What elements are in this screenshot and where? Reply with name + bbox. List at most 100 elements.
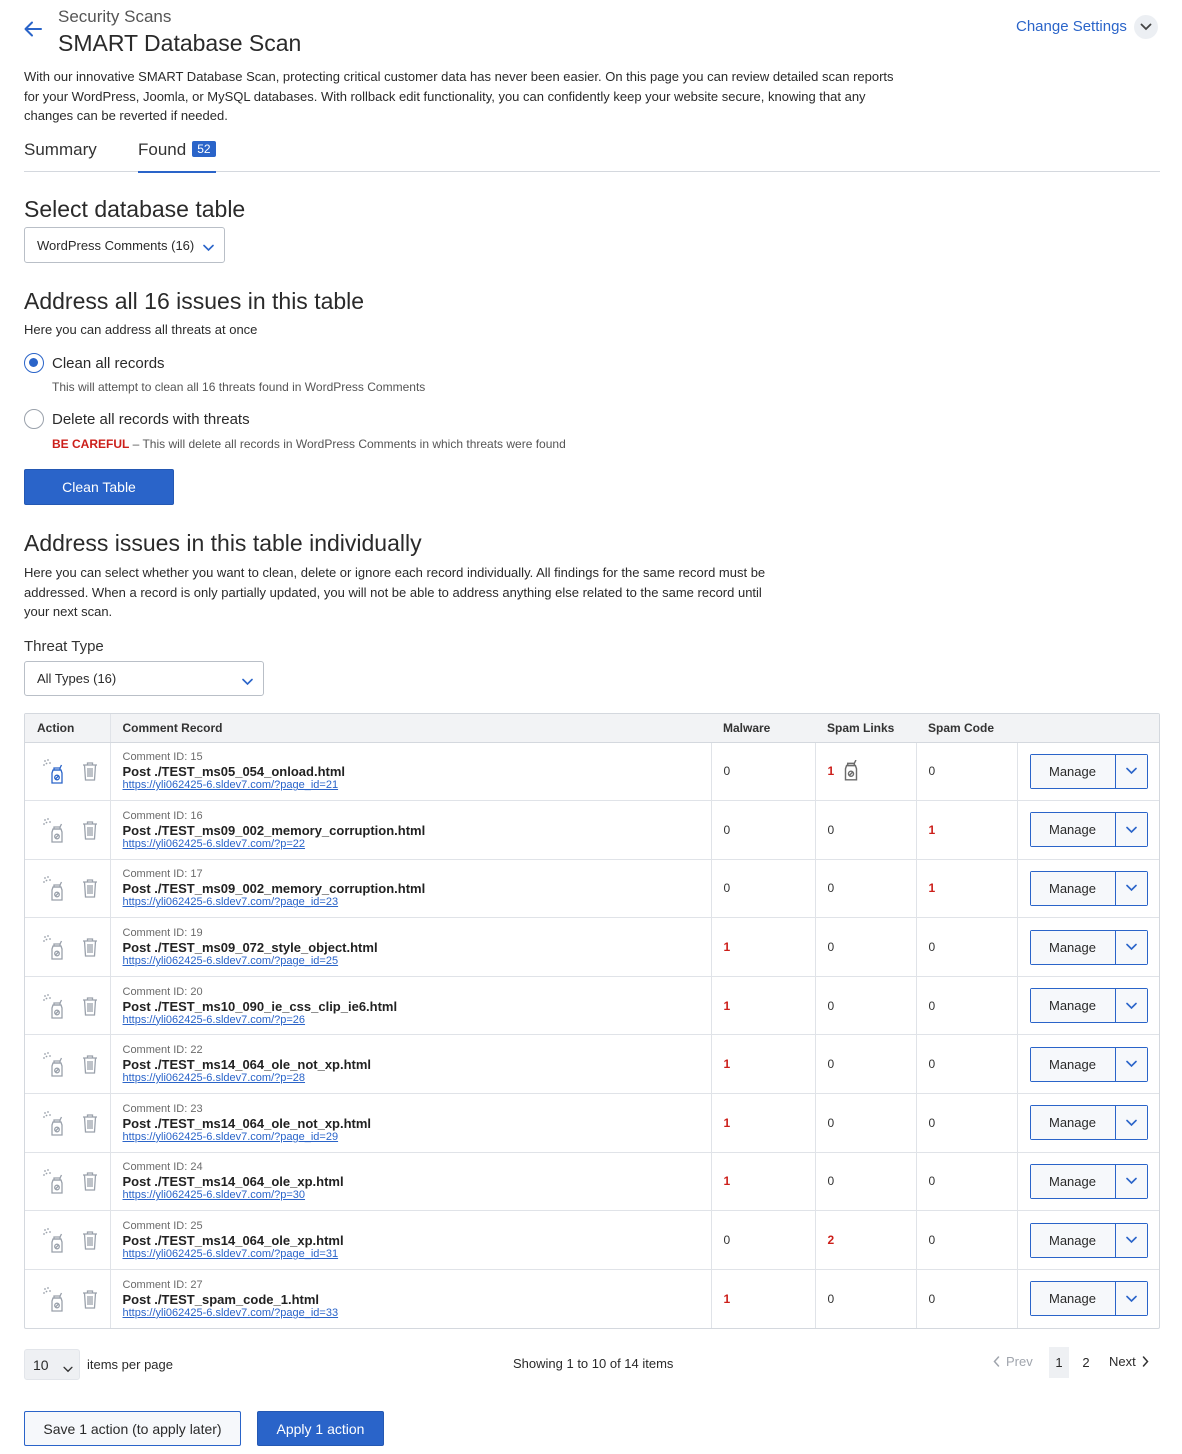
- chevron-down-icon[interactable]: [1134, 15, 1158, 39]
- row-actions: [25, 1093, 111, 1153]
- chevron-down-icon: [203, 240, 214, 255]
- row-actions: [25, 1210, 111, 1270]
- clean-spray-icon[interactable]: [41, 1226, 67, 1254]
- clean-spray-icon[interactable]: [41, 874, 67, 902]
- tab-summary[interactable]: Summary: [24, 140, 97, 168]
- malware-count: 1: [723, 1115, 731, 1130]
- trash-icon[interactable]: [81, 1170, 99, 1192]
- clean-spray-icon[interactable]: [41, 757, 67, 785]
- manage-button[interactable]: Manage: [1030, 930, 1115, 964]
- delete-all-radio[interactable]: [24, 409, 44, 429]
- manage-button[interactable]: Manage: [1030, 754, 1115, 788]
- spam-code-count: 0: [928, 1115, 936, 1130]
- manage-button[interactable]: Manage: [1030, 871, 1115, 905]
- apply-actions-button[interactable]: Apply 1 action: [257, 1411, 384, 1446]
- record-url-link[interactable]: https://yli062425-6.sldev7.com/?p=30: [123, 1189, 711, 1201]
- chevron-down-icon[interactable]: [1114, 1282, 1147, 1316]
- page-2-button[interactable]: 2: [1078, 1347, 1094, 1378]
- back-arrow-icon[interactable]: [22, 18, 44, 40]
- spam-links-count: 0: [827, 822, 835, 837]
- record-url-link[interactable]: https://yli062425-6.sldev7.com/?page_id=…: [123, 779, 711, 791]
- malware-count: 0: [723, 822, 731, 837]
- clean-spray-icon[interactable]: [41, 816, 67, 844]
- select-table-heading: Select database table: [24, 196, 246, 222]
- chevron-left-icon: [993, 1356, 1000, 1367]
- items-per-page-select[interactable]: 10: [24, 1349, 80, 1380]
- record-title: Post ./TEST_ms09_002_memory_corruption.h…: [122, 881, 426, 897]
- save-actions-button[interactable]: Save 1 action (to apply later): [24, 1411, 241, 1446]
- spam-code-cell: 0: [916, 742, 1018, 802]
- record-title: Post ./TEST_ms14_064_ole_not_xp.html: [122, 1057, 372, 1073]
- trash-icon[interactable]: [81, 936, 99, 958]
- record-url-link[interactable]: https://yli062425-6.sldev7.com/?page_id=…: [123, 1131, 711, 1143]
- intro-text: With our innovative SMART Database Scan,…: [24, 69, 894, 123]
- manage-button[interactable]: Manage: [1030, 813, 1115, 847]
- chevron-down-icon[interactable]: [1114, 1106, 1147, 1140]
- trash-icon[interactable]: [81, 819, 99, 841]
- trash-icon[interactable]: [81, 1288, 99, 1310]
- chevron-down-icon[interactable]: [1114, 754, 1147, 788]
- change-settings-link[interactable]: Change Settings: [1016, 18, 1127, 35]
- items-per-page-value: 10: [33, 1356, 49, 1373]
- manage-button[interactable]: Manage: [1030, 1047, 1115, 1081]
- comment-record-cell: Comment ID: 24 Post ./TEST_ms14_064_ole_…: [110, 1152, 712, 1212]
- clean-spray-icon[interactable]: [41, 1285, 67, 1313]
- trash-icon[interactable]: [81, 760, 99, 782]
- record-title: Post ./TEST_ms10_090_ie_css_clip_ie6.htm…: [122, 998, 398, 1014]
- threat-type-label: Threat Type: [24, 638, 104, 655]
- clean-spray-icon[interactable]: [41, 992, 67, 1020]
- clean-spray-icon[interactable]: [842, 760, 860, 782]
- tab-found[interactable]: Found 52: [138, 140, 216, 173]
- clean-spray-icon[interactable]: [41, 933, 67, 961]
- manage-button[interactable]: Manage: [1030, 1282, 1115, 1316]
- chevron-down-icon[interactable]: [1114, 930, 1147, 964]
- malware-cell: 1: [711, 917, 816, 977]
- record-url-link[interactable]: https://yli062425-6.sldev7.com/?page_id=…: [123, 955, 711, 967]
- spam-links-count: 0: [827, 881, 835, 896]
- threat-type-select[interactable]: All Types (16): [24, 661, 264, 696]
- trash-icon[interactable]: [81, 1229, 99, 1251]
- manage-button[interactable]: Manage: [1030, 1106, 1115, 1140]
- prev-page-button[interactable]: Prev: [993, 1354, 1033, 1369]
- clean-spray-icon[interactable]: [41, 1050, 67, 1078]
- manage-button[interactable]: Manage: [1030, 1223, 1115, 1257]
- record-url-link[interactable]: https://yli062425-6.sldev7.com/?p=28: [123, 1072, 711, 1084]
- record-url-link[interactable]: https://yli062425-6.sldev7.com/?p=22: [123, 838, 711, 850]
- delete-all-label[interactable]: Delete all records with threats: [52, 411, 250, 428]
- delete-all-description: BE CAREFUL – This will delete all record…: [52, 437, 566, 451]
- clean-spray-icon[interactable]: [41, 1167, 67, 1195]
- chevron-down-icon[interactable]: [1114, 1164, 1147, 1198]
- record-url-link[interactable]: https://yli062425-6.sldev7.com/?p=26: [123, 1014, 711, 1026]
- comment-id: Comment ID: 23: [122, 1102, 203, 1115]
- address-all-heading: Address all 16 issues in this table: [24, 288, 365, 314]
- record-url-link[interactable]: https://yli062425-6.sldev7.com/?page_id=…: [123, 1248, 711, 1260]
- manage-button[interactable]: Manage: [1030, 989, 1115, 1023]
- next-label: Next: [1109, 1354, 1136, 1369]
- clean-spray-icon[interactable]: [41, 1109, 67, 1137]
- trash-icon[interactable]: [81, 877, 99, 899]
- page-1-button[interactable]: 1: [1049, 1347, 1069, 1378]
- record-url-link[interactable]: https://yli062425-6.sldev7.com/?page_id=…: [123, 1307, 711, 1319]
- chevron-down-icon[interactable]: [1114, 1223, 1147, 1257]
- clean-table-button[interactable]: Clean Table: [24, 469, 174, 505]
- database-table-select[interactable]: WordPress Comments (16): [24, 227, 225, 263]
- comment-id: Comment ID: 22: [122, 1044, 203, 1057]
- clean-all-radio[interactable]: [24, 353, 44, 373]
- manage-cell: Manage: [1017, 1210, 1159, 1270]
- chevron-down-icon[interactable]: [1114, 1047, 1147, 1081]
- spam-links-count: 0: [827, 1057, 835, 1072]
- manage-cell: Manage: [1017, 1093, 1159, 1153]
- trash-icon[interactable]: [81, 1053, 99, 1075]
- chevron-down-icon[interactable]: [1114, 813, 1147, 847]
- manage-button[interactable]: Manage: [1030, 1164, 1115, 1198]
- trash-icon[interactable]: [81, 1112, 99, 1134]
- spam-code-cell: 0: [916, 1093, 1018, 1153]
- tab-summary-label: Summary: [24, 140, 97, 159]
- chevron-down-icon[interactable]: [1114, 871, 1147, 905]
- comment-id: Comment ID: 15: [122, 751, 203, 764]
- next-page-button[interactable]: Next: [1109, 1354, 1149, 1369]
- chevron-down-icon[interactable]: [1114, 989, 1147, 1023]
- clean-all-label[interactable]: Clean all records: [52, 355, 165, 372]
- record-url-link[interactable]: https://yli062425-6.sldev7.com/?page_id=…: [123, 896, 711, 908]
- trash-icon[interactable]: [81, 995, 99, 1017]
